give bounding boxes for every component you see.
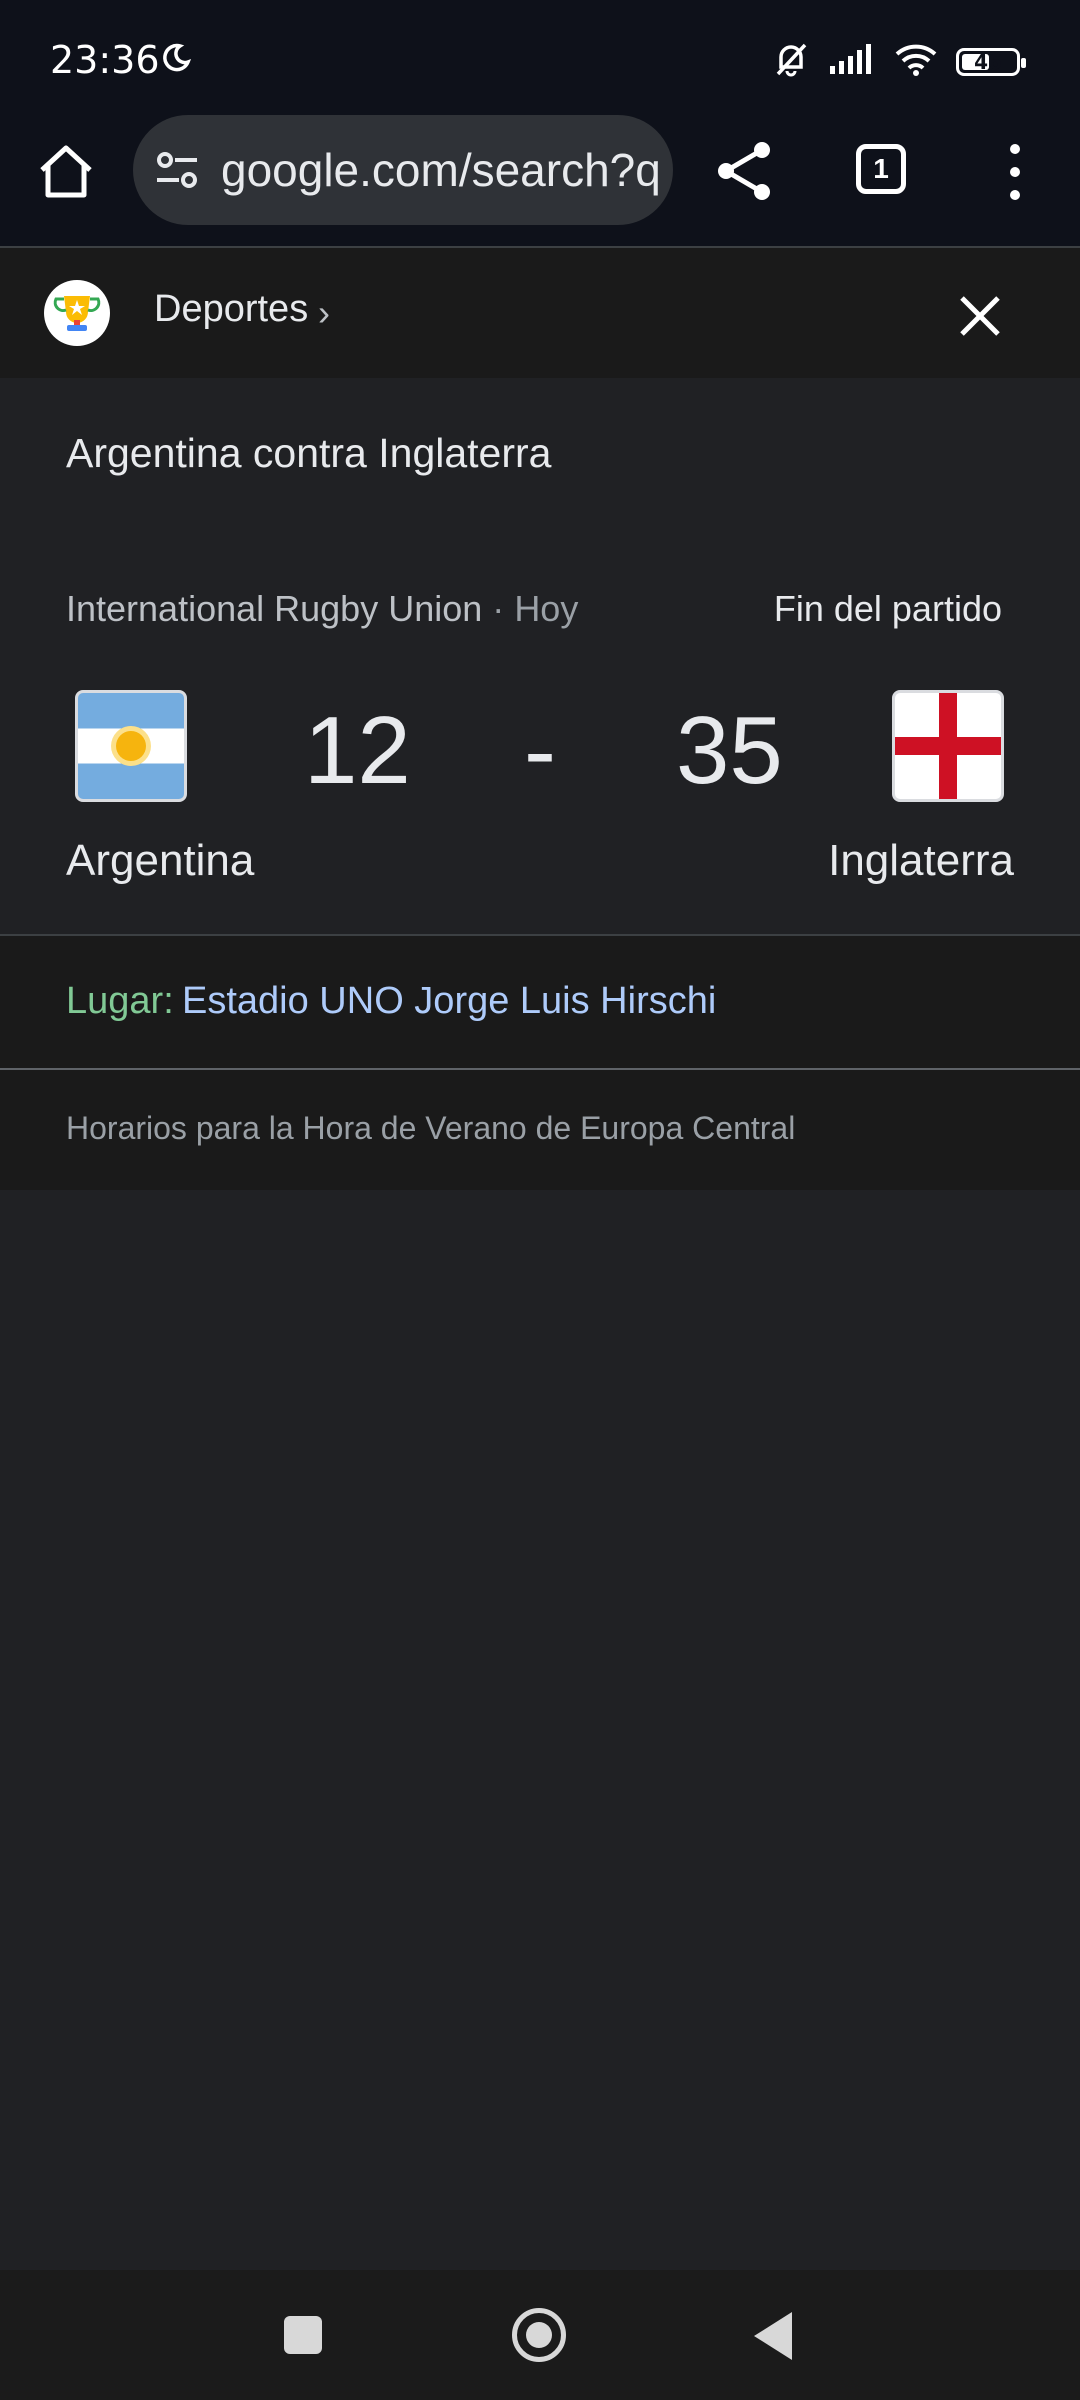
match-day: Hoy bbox=[514, 588, 579, 629]
share-icon bbox=[718, 142, 770, 200]
status-time: 23:36 bbox=[50, 38, 160, 82]
back-icon[interactable] bbox=[754, 2312, 792, 2360]
signal-icon bbox=[828, 42, 876, 81]
score-separator: - bbox=[524, 697, 556, 804]
tabs-icon[interactable]: 1 bbox=[856, 144, 906, 194]
bell-off-icon bbox=[772, 40, 810, 83]
match-title: Argentina contra Inglaterra bbox=[66, 430, 552, 476]
wifi-icon bbox=[894, 42, 938, 81]
more-vert-icon[interactable] bbox=[1000, 144, 1030, 200]
trophy-icon bbox=[44, 280, 110, 346]
tune-icon[interactable] bbox=[155, 149, 201, 196]
venue-link[interactable]: Estadio UNO Jorge Luis Hirschi bbox=[182, 980, 716, 1023]
status-icons: 46 bbox=[772, 40, 1026, 83]
sports-category-link[interactable]: Deportes bbox=[154, 288, 308, 331]
share-button[interactable] bbox=[712, 138, 778, 209]
england-flag-icon[interactable] bbox=[892, 690, 1004, 802]
timezone-note: Horarios para la Hora de Verano de Europ… bbox=[66, 1110, 796, 1146]
status-bar: 23:36 46 bbox=[0, 0, 1080, 110]
battery-level: 46 bbox=[974, 49, 1002, 74]
close-button[interactable] bbox=[952, 288, 1008, 344]
sports-sheet-header: Deportes › bbox=[0, 248, 1080, 378]
away-team-name[interactable]: Inglaterra bbox=[828, 836, 1014, 886]
address-bar[interactable]: google.com/search?q bbox=[133, 115, 673, 225]
nav-home-icon[interactable] bbox=[512, 2308, 566, 2362]
url-text[interactable]: google.com/search?q bbox=[221, 143, 661, 197]
system-nav-bar bbox=[0, 2270, 1080, 2400]
away-score: 35 bbox=[676, 697, 783, 804]
venue-row: Lugar: Estadio UNO Jorge Luis Hirschi bbox=[0, 936, 1080, 1070]
close-icon bbox=[960, 296, 1000, 336]
home-team-name[interactable]: Argentina bbox=[66, 836, 254, 886]
timezone-row: Horarios para la Hora de Verano de Europ… bbox=[0, 1070, 1080, 1190]
venue-label: Lugar: bbox=[66, 980, 174, 1022]
match-card: Argentina contra Inglaterra Internationa… bbox=[0, 378, 1080, 936]
moon-icon bbox=[160, 42, 192, 79]
home-score: 12 bbox=[304, 697, 411, 804]
battery-icon: 46 bbox=[956, 47, 1026, 76]
chevron-right-icon[interactable]: › bbox=[318, 292, 330, 334]
competition-line: International Rugby Union · Hoy bbox=[66, 588, 578, 630]
recents-icon[interactable] bbox=[284, 2316, 322, 2354]
match-status: Fin del partido bbox=[773, 588, 1002, 629]
competition-separator: · bbox=[492, 588, 505, 629]
home-icon bbox=[40, 145, 92, 198]
browser-toolbar: google.com/search?q 1 bbox=[0, 110, 1080, 248]
home-button[interactable] bbox=[34, 140, 98, 204]
competition-name: International Rugby Union bbox=[66, 588, 483, 629]
argentina-flag-icon[interactable] bbox=[75, 690, 187, 802]
